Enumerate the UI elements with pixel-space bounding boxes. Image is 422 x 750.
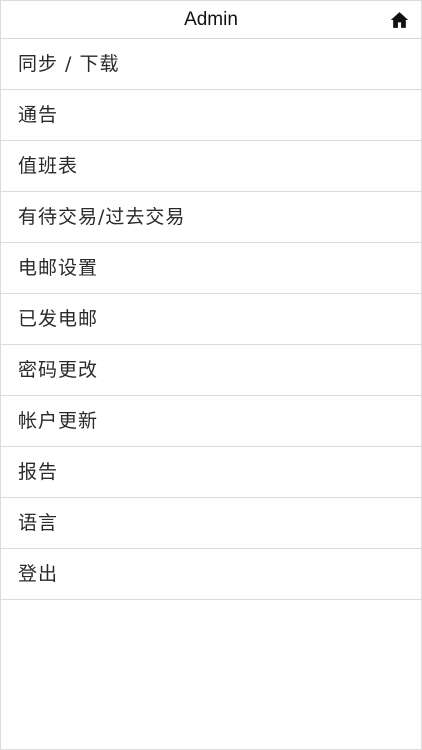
- home-button[interactable]: [389, 10, 409, 30]
- menu-item-label: 电邮设置: [18, 257, 99, 279]
- menu-item-label: 报告: [18, 461, 59, 483]
- menu-item-label: 登出: [18, 563, 59, 585]
- menu-item-label: 同步 / 下载: [18, 53, 120, 75]
- menu-item-label: 帐户更新: [18, 410, 99, 432]
- menu-item-reports[interactable]: 报告: [1, 447, 421, 498]
- menu-item-announcements[interactable]: 通告: [1, 90, 421, 141]
- header-bar: Admin: [1, 1, 421, 39]
- page-title: Admin: [184, 9, 238, 30]
- menu-item-logout[interactable]: 登出: [1, 549, 421, 600]
- admin-screen: Admin 同步 / 下载 通告 值班表 有待交易/过去交易 电邮设置 已发电邮…: [0, 0, 422, 750]
- menu-item-label: 已发电邮: [18, 308, 99, 330]
- menu-item-language[interactable]: 语言: [1, 498, 421, 549]
- home-icon: [390, 12, 408, 28]
- menu-item-duty-roster[interactable]: 值班表: [1, 141, 421, 192]
- menu-item-account-update[interactable]: 帐户更新: [1, 396, 421, 447]
- menu-item-label: 有待交易/过去交易: [18, 206, 186, 228]
- menu-item-label: 语言: [18, 512, 59, 534]
- admin-menu: 同步 / 下载 通告 值班表 有待交易/过去交易 电邮设置 已发电邮 密码更改 …: [1, 39, 421, 600]
- menu-item-sync-download[interactable]: 同步 / 下载: [1, 39, 421, 90]
- menu-item-email-settings[interactable]: 电邮设置: [1, 243, 421, 294]
- menu-item-label: 值班表: [18, 155, 79, 177]
- menu-item-label: 通告: [18, 104, 59, 126]
- menu-item-sent-emails[interactable]: 已发电邮: [1, 294, 421, 345]
- menu-item-label: 密码更改: [18, 359, 99, 381]
- menu-item-transactions[interactable]: 有待交易/过去交易: [1, 192, 421, 243]
- menu-item-change-password[interactable]: 密码更改: [1, 345, 421, 396]
